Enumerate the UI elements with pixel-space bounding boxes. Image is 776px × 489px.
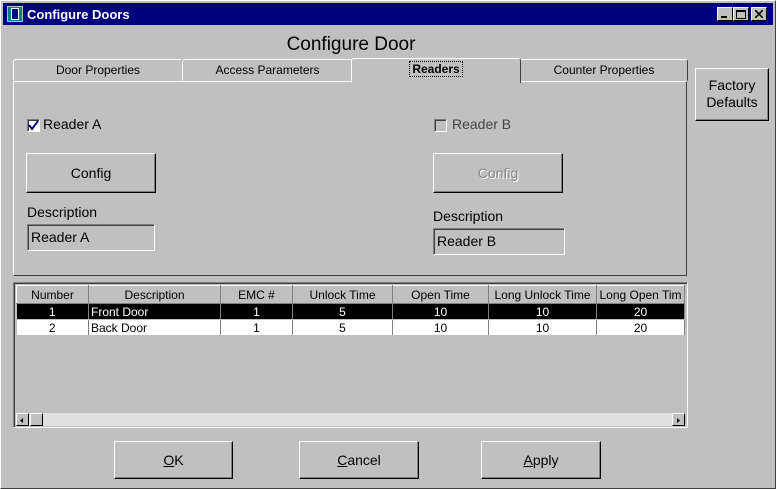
reader-b-checkbox[interactable] [434,119,447,132]
reader-a-checkbox[interactable] [27,119,40,132]
column-header-number[interactable]: Number [16,285,89,304]
title-bar[interactable]: Configure Doors [3,3,773,25]
table-row[interactable]: 1 Front Door 1 5 10 10 20 [16,303,685,320]
cell: 2 [16,319,89,336]
column-header-description[interactable]: Description [88,285,221,304]
apply-label-rest: pply [532,452,559,468]
minimize-icon [721,16,727,18]
factory-defaults-line2: Defaults [706,94,758,110]
reader-a-description-label: Description [27,204,98,220]
ok-mnemonic: O [163,452,175,468]
doors-table[interactable]: Number Description EMC # Unlock Time Ope… [13,282,688,428]
close-icon [755,10,763,18]
cell: 5 [292,303,393,320]
scroll-left-button[interactable] [16,413,29,426]
cell: 10 [488,319,597,336]
cancel-button[interactable]: Cancel [299,441,419,479]
factory-defaults-line1: Factory [708,77,756,93]
cancel-label-rest: ancel [347,452,381,468]
horizontal-scrollbar[interactable] [16,413,685,426]
tab-counter-properties[interactable]: Counter Properties [520,59,688,81]
scroll-right-button[interactable] [672,413,685,426]
maximize-button[interactable] [733,7,749,21]
cell: 20 [596,303,685,320]
config-label: Config [477,165,519,181]
apply-button[interactable]: Apply [481,441,601,479]
cell: 1 [220,303,293,320]
minimize-button[interactable] [717,7,733,21]
table-row[interactable]: 2 Back Door 1 5 10 10 20 [16,319,685,336]
factory-defaults-button[interactable]: Factory Defaults [695,68,769,121]
checkmark-icon [28,120,39,131]
app-icon [7,6,23,22]
ok-label-rest: K [174,452,184,468]
tab-door-properties[interactable]: Door Properties [13,59,183,81]
cell: Front Door [88,303,221,320]
ok-button[interactable]: OK [114,441,233,479]
column-header-unlock-time[interactable]: Unlock Time [292,285,393,304]
arrow-left-icon [20,418,23,423]
cell: 10 [392,319,489,336]
cell: 10 [488,303,597,320]
configure-doors-window: Configure Doors Configure Door Door Prop… [0,0,776,489]
reader-b-config-button[interactable]: Config [433,153,563,193]
readers-panel: Reader A Config Description Reader A Rea… [13,81,687,276]
close-button[interactable] [751,7,767,21]
reader-b-description-field[interactable]: Reader B [433,228,565,255]
scroll-thumb[interactable] [30,413,43,426]
reader-a-description-field[interactable]: Reader A [27,224,155,251]
column-header-long-unlock-time[interactable]: Long Unlock Time [488,285,597,304]
cell: 20 [596,319,685,336]
reader-a-label: Reader A [43,116,102,132]
tab-readers[interactable]: Readers [351,58,521,83]
arrow-right-icon [677,418,680,423]
cell: 1 [16,303,89,320]
apply-mnemonic: A [523,452,533,468]
cell: 10 [392,303,489,320]
dialog-heading: Configure Door [286,34,416,55]
reader-b-description-label: Description [433,208,504,224]
cell: Back Door [88,319,221,336]
tab-label: Readers [409,61,463,77]
tab-label: Door Properties [55,63,141,77]
maximize-icon [736,9,746,19]
reader-b-label: Reader B [452,116,512,132]
cell: 1 [220,319,293,336]
tab-label: Counter Properties [553,63,655,77]
column-header-long-open-time[interactable]: Long Open Tim [596,285,685,304]
window-title: Configure Doors [27,7,130,22]
config-label: Config [70,165,112,181]
column-header-open-time[interactable]: Open Time [392,285,489,304]
cell: 5 [292,319,393,336]
reader-a-config-button[interactable]: Config [26,153,156,193]
column-header-emc[interactable]: EMC # [220,285,293,304]
tab-label: Access Parameters [215,63,320,77]
tab-access-parameters[interactable]: Access Parameters [182,59,353,81]
cancel-mnemonic: C [337,452,348,468]
table-header-row: Number Description EMC # Unlock Time Ope… [16,285,685,304]
